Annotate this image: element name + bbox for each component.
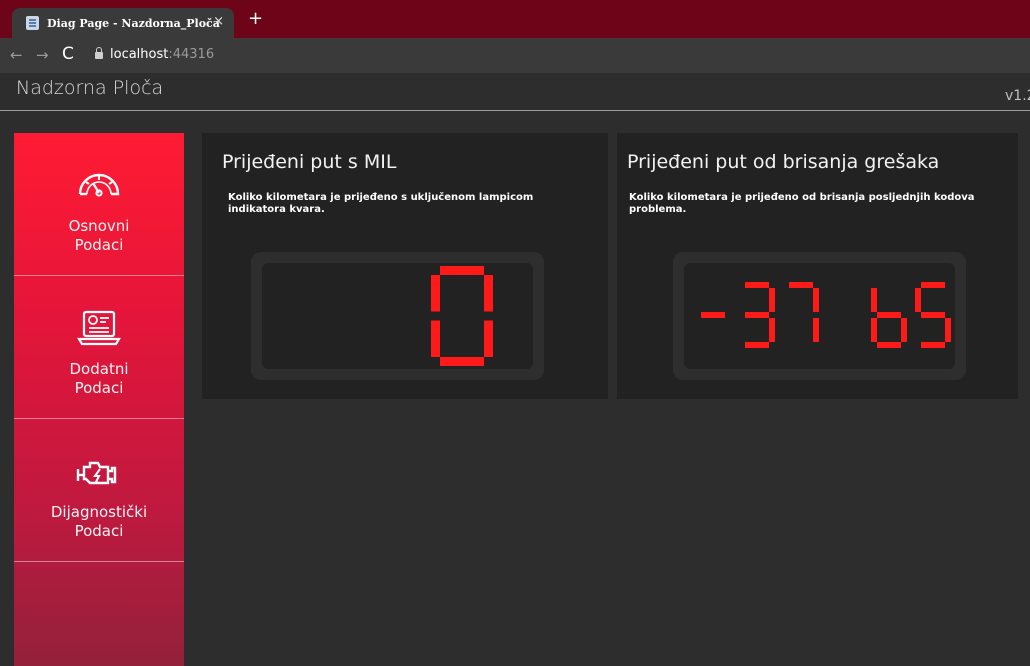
segment-e [431,320,440,357]
new-tab-button[interactable]: + [248,10,263,28]
card-distance-since-clear: Prijeđeni put od brisanja grešaka Koliko… [617,133,1018,399]
sidebar-item-label: Podaci [74,522,124,540]
card-description: Koliko kilometara je prijeđeno od brisan… [629,192,975,216]
segment-a [745,282,769,288]
sidebar-item-label: Dodatni [69,360,129,378]
segment-d [745,342,769,348]
seven-segment-display [673,252,966,380]
segment-d [440,357,484,366]
sidebar-item-label: Podaci [74,236,124,254]
segment-a [440,266,484,275]
card-description-line: Koliko kilometara je prijeđeno s uključe… [228,192,534,203]
segment-f [915,288,921,312]
tab-title: Diag Page - Nazdorna_Ploča [47,16,220,30]
segment-g [701,312,725,318]
browser-toolbar: ← → C localhost:44316 [0,38,1030,73]
sidebar-item-label: Osnovni [68,217,130,235]
segment-g [921,312,945,318]
segment-c [484,320,493,357]
sidebar-item-dodatni-podaci[interactable]: Dodatni Podaci [14,276,184,419]
segment-a [921,282,945,288]
seven-segment-display [251,252,544,380]
segment-b [769,288,775,312]
segment-e [871,318,877,342]
speedometer-icon [78,173,120,197]
segment-readout [701,282,951,348]
address-bar[interactable]: localhost:44316 [110,47,214,62]
lock-icon[interactable] [95,47,103,59]
card-title: Prijeđeni put s MIL [222,151,397,173]
version-label: v1.2 [1005,88,1030,104]
url-port: :44316 [168,47,215,62]
forward-button[interactable]: → [36,46,49,64]
segment-g [877,312,901,318]
tab-close-icon[interactable]: × [213,14,224,29]
card-description: Koliko kilometara je prijeđeno s uključe… [228,192,533,216]
back-button[interactable]: ← [10,46,23,64]
segment-c [769,318,775,342]
segment-c [945,318,951,342]
segment-f [871,288,877,312]
sidebar-item-osnovni-podaci[interactable]: Osnovni Podaci [14,133,184,276]
segment-c [901,318,907,342]
segment-g [745,312,769,318]
sidebar-item-label: Podaci [74,379,124,397]
sidebar-item-dijagnosticki-podaci[interactable]: Dijagnostički Podaci [14,419,184,562]
segment-b [813,288,819,312]
page-title: Nadzorna Ploča [16,77,164,99]
browser-tabstrip: Diag Page - Nazdorna_Ploča × + [0,0,1030,38]
segment-f [431,275,440,312]
reload-button[interactable]: C [62,44,74,64]
card-description-line: indikatora kvara. [228,204,325,215]
engine-check-icon [76,461,117,485]
page-favicon-icon [26,16,39,30]
card-title: Prijeđeni put od brisanja grešaka [627,151,940,173]
segment-b [484,275,493,312]
url-host: localhost [110,47,169,62]
card-mil-distance: Prijeđeni put s MIL Koliko kilometara je… [202,133,608,399]
sidebar: Osnovni Podaci Dodatni Podaci Dijagnosti… [14,133,184,666]
segment-d [877,342,901,348]
segment-c [813,318,819,342]
segment-readout [431,266,493,366]
app-header: Nadzorna Ploča v1.2 [0,73,1030,111]
browser-tab[interactable]: Diag Page - Nazdorna_Ploča × [12,8,234,38]
card-description-line: Koliko kilometara je prijeđeno od brisan… [629,192,975,203]
laptop-data-icon [77,310,121,346]
card-description-line: problema. [629,204,687,215]
segment-a [789,282,813,288]
segment-d [921,342,945,348]
sidebar-item-label: Dijagnostički [50,503,148,521]
